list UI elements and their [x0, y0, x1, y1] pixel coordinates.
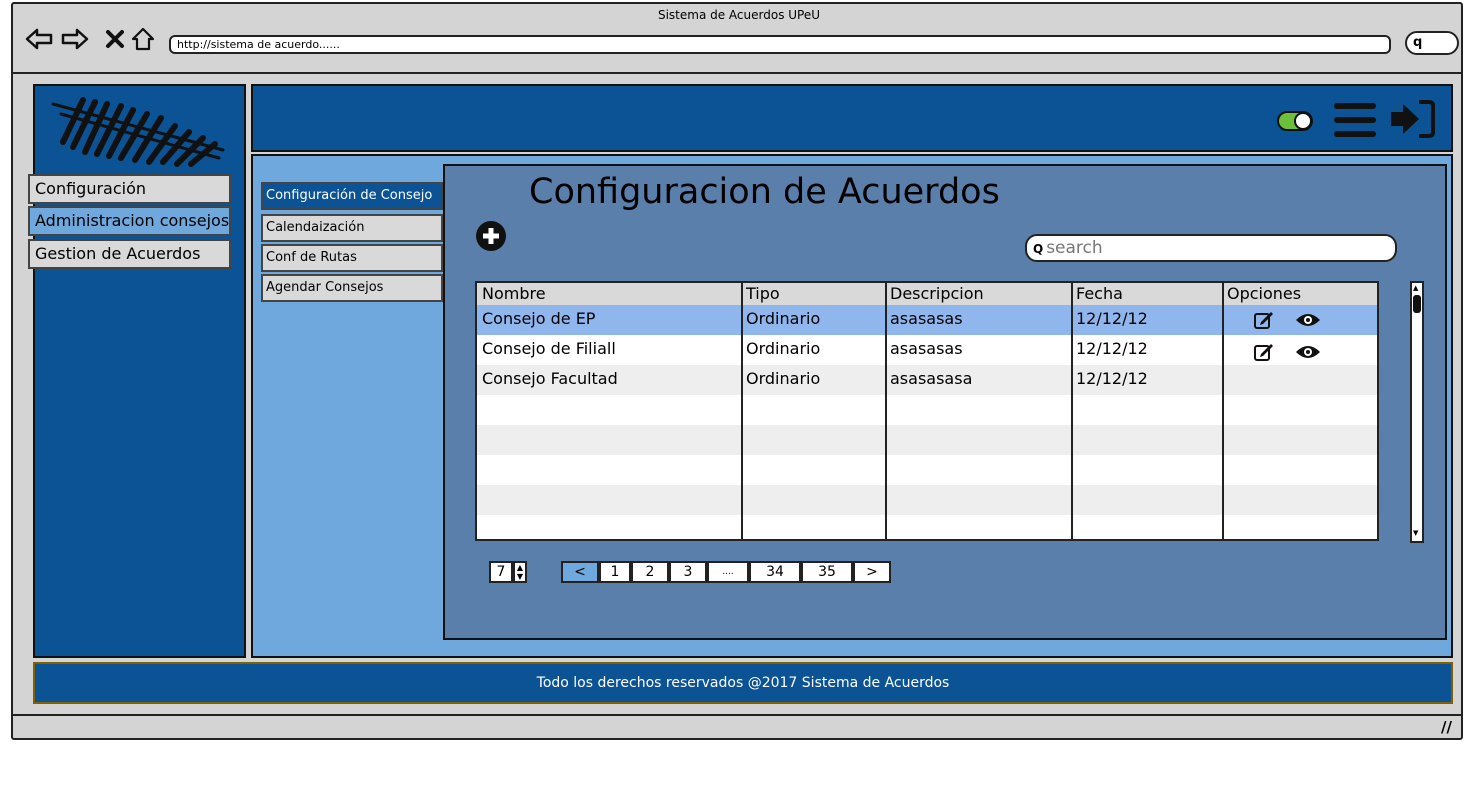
scroll-thumb[interactable] [1413, 295, 1421, 313]
column-header-descripcion[interactable]: Descripcion [885, 283, 984, 305]
content-area: Configuración de Consejo Calendaización … [251, 154, 1453, 658]
table-header: Nombre Tipo Descripcion Fecha Opciones [477, 283, 1377, 305]
cell-nombre: Consejo de Filiall [482, 339, 616, 358]
browser-search-field[interactable]: q [1405, 31, 1459, 55]
cell-descripcion: asasasas [890, 339, 963, 358]
search-icon: Q [1033, 242, 1044, 256]
edit-icon[interactable] [1253, 309, 1275, 331]
agreements-table: Nombre Tipo Descripcion Fecha Opciones C… [475, 281, 1379, 541]
toggle-icon[interactable] [1277, 110, 1315, 132]
cell-fecha: 12/12/12 [1076, 339, 1148, 358]
cell-descripcion: asasasas [890, 309, 963, 328]
footer: Todo los derechos reservados @2017 Siste… [33, 662, 1453, 704]
column-header-nombre[interactable]: Nombre [477, 283, 546, 305]
submenu-item-configuracion-consejo[interactable]: Configuración de Consejo [261, 182, 443, 210]
sidebar [33, 84, 246, 658]
column-header-fecha[interactable]: Fecha [1071, 283, 1123, 305]
url-bar[interactable]: http://sistema de acuerdo...... [169, 35, 1391, 54]
table-row[interactable]: Consejo de Filiall Ordinario asasasas 12… [477, 335, 1377, 365]
cell-fecha: 12/12/12 [1076, 369, 1148, 388]
back-arrow-icon[interactable] [25, 26, 53, 52]
cell-fecha: 12/12/12 [1076, 309, 1148, 328]
search-placeholder: search [1046, 238, 1103, 258]
pagination-next[interactable]: > [853, 561, 891, 583]
column-divider [885, 283, 887, 539]
cell-nombre: Consejo Facultad [482, 369, 618, 388]
page-title: Configuracion de Acuerdos [529, 172, 1000, 212]
column-header-opciones: Opciones [1227, 284, 1302, 303]
table-row[interactable]: Consejo Facultad Ordinario asasasasa 12/… [477, 365, 1377, 395]
pagination-ellipsis: .... [707, 561, 749, 583]
table-row-empty [477, 455, 1377, 485]
table-scrollbar[interactable]: ▲ ▼ [1410, 281, 1424, 543]
logo [51, 97, 225, 167]
column-divider [1071, 283, 1073, 539]
submenu-item-conf-rutas[interactable]: Conf de Rutas [261, 244, 443, 272]
pagination-prev[interactable]: < [561, 561, 599, 583]
divider [13, 72, 1461, 74]
cell-nombre: Consejo de EP [482, 309, 596, 328]
column-divider [1222, 283, 1224, 539]
home-icon[interactable] [129, 26, 157, 52]
pagination-page-35[interactable]: 35 [801, 561, 853, 583]
table-row-empty [477, 485, 1377, 515]
view-icon[interactable] [1295, 344, 1321, 360]
submenu-item-calendarizacion[interactable]: Calendaización [261, 214, 443, 242]
submenu-item-agendar-consejos[interactable]: Agendar Consejos [261, 274, 443, 302]
sidebar-item-gestion-acuerdos[interactable]: Gestion de Acuerdos [28, 239, 231, 269]
view-icon[interactable] [1295, 312, 1321, 328]
table-row-empty [477, 515, 1377, 539]
forward-arrow-icon[interactable] [61, 26, 89, 52]
browser-window: Sistema de Acuerdos UPeU http://sistema … [11, 2, 1463, 740]
add-icon[interactable] [475, 220, 507, 252]
pagination-page-34[interactable]: 34 [749, 561, 801, 583]
sidebar-item-configuracion[interactable]: Configuración [28, 174, 231, 204]
resize-grip-icon[interactable]: // [1441, 718, 1459, 736]
logout-icon[interactable] [1389, 98, 1435, 140]
cell-tipo: Ordinario [746, 339, 821, 358]
main-panel: Configuracion de Acuerdos Qsearch Nombre… [443, 164, 1447, 640]
column-divider [741, 283, 743, 539]
hamburger-menu-icon[interactable] [1333, 100, 1377, 140]
window-title: Sistema de Acuerdos UPeU [657, 8, 821, 22]
page-size-value: 7 [489, 561, 513, 583]
sidebar-item-administracion-consejos[interactable]: Administracion consejos [28, 206, 231, 236]
top-bar [251, 84, 1453, 152]
search-input[interactable]: Qsearch [1025, 234, 1397, 262]
table-row-empty [477, 395, 1377, 425]
close-icon[interactable] [101, 26, 129, 52]
edit-icon[interactable] [1253, 341, 1275, 363]
page-size-stepper[interactable]: 7 ▲ ▼ [489, 561, 529, 585]
cell-tipo: Ordinario [746, 369, 821, 388]
column-header-tipo[interactable]: Tipo [741, 283, 780, 305]
scroll-up-icon[interactable]: ▲ [1413, 284, 1421, 292]
cell-descripcion: asasasasa [890, 369, 973, 388]
pagination-page-2[interactable]: 2 [631, 561, 669, 583]
pagination-page-1[interactable]: 1 [599, 561, 631, 583]
table-row[interactable]: Consejo de EP Ordinario asasasas 12/12/1… [477, 305, 1377, 335]
search-icon: q [1413, 35, 1423, 50]
table-row-empty [477, 425, 1377, 455]
cell-tipo: Ordinario [746, 309, 821, 328]
pagination-page-3[interactable]: 3 [669, 561, 707, 583]
stepper-arrows-icon[interactable]: ▲ ▼ [513, 561, 527, 583]
divider [13, 714, 1461, 716]
scroll-down-icon[interactable]: ▼ [1413, 529, 1421, 537]
